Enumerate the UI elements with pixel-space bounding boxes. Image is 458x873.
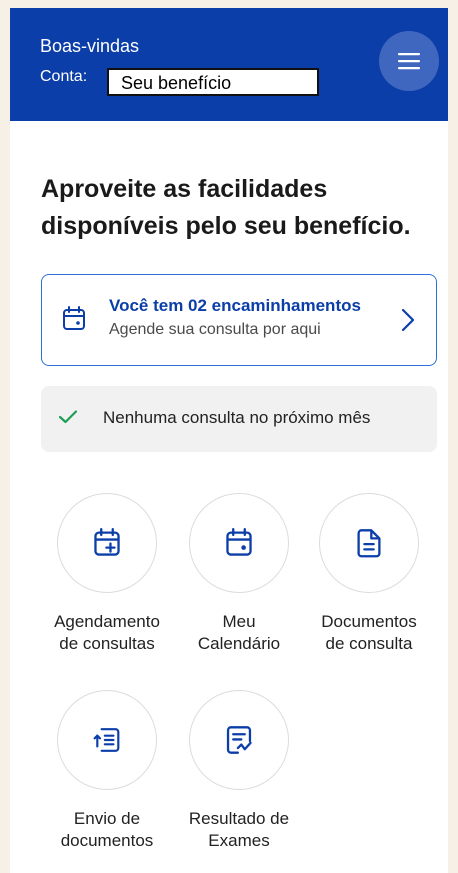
appointment-status: Nenhuma consulta no próximo mês [41, 386, 437, 452]
referrals-title: Você tem 02 encaminhamentos [109, 296, 361, 315]
header-bar: Boas-vindas Conta: Seu benefício [10, 8, 448, 121]
shortcut-label-line-1: Documentos [321, 612, 417, 631]
referrals-subtitle: Agende sua consulta por aqui [109, 321, 321, 338]
account-selector[interactable]: Seu benefício [107, 68, 319, 96]
shortcut-label: Documentos de consulta [302, 611, 436, 655]
shortcut-documents[interactable]: Documentos de consulta [302, 493, 436, 655]
shortcut-label: Resultado de Exames [172, 808, 306, 852]
shortcut-circle [57, 690, 157, 790]
check-icon [59, 410, 77, 424]
shortcut-label-line-1: Resultado de [188, 809, 290, 828]
app-screen: Boas-vindas Conta: Seu benefício Aprovei… [10, 8, 448, 873]
shortcut-label-line-1: Meu [222, 612, 256, 631]
shortcut-upload-documents[interactable]: Envio de documentos [40, 690, 174, 852]
account-label: Conta: [40, 68, 88, 85]
shortcut-label-line-1: Envio de [73, 809, 141, 828]
shortcut-label: Agendamento de consultas [40, 611, 174, 655]
hamburger-menu-icon [398, 53, 420, 70]
page-headline: Aproveite as facilidades disponíveis pel… [41, 171, 441, 245]
shortcut-label-line-2: de consultas [59, 634, 155, 653]
shortcut-circle [189, 690, 289, 790]
menu-button[interactable] [379, 31, 439, 91]
calendar-add-icon [94, 528, 120, 556]
shortcut-scheduling[interactable]: Agendamento de consultas [40, 493, 174, 655]
document-icon [357, 529, 381, 558]
shortcut-exam-results[interactable]: Resultado de Exames [172, 690, 306, 852]
headline-line-2: disponíveis pelo seu benefício. [41, 212, 411, 240]
shortcut-label-line-1: Agendamento [54, 612, 160, 631]
shortcut-label-line-2: de consulta [325, 634, 413, 653]
shortcut-circle [189, 493, 289, 593]
shortcut-calendar[interactable]: Meu Calendário [172, 493, 306, 655]
shortcut-circle [319, 493, 419, 593]
referrals-card[interactable]: Você tem 02 encaminhamentos Agende sua c… [41, 274, 437, 366]
headline-line-1: Aproveite as facilidades [41, 175, 328, 203]
shortcut-label: Envio de documentos [40, 808, 174, 852]
calendar-icon [63, 306, 85, 330]
calendar-icon [226, 528, 252, 556]
greeting-text: Boas-vindas [40, 36, 140, 56]
shortcut-label-line-2: Calendário [197, 634, 281, 653]
status-text: Nenhuma consulta no próximo mês [103, 408, 371, 427]
shortcut-label-line-2: documentos [60, 831, 154, 850]
exam-result-icon [226, 726, 252, 754]
shortcut-label-line-2: Exames [208, 831, 270, 850]
document-upload-icon [93, 728, 120, 752]
shortcut-label: Meu Calendário [172, 611, 306, 655]
chevron-right-icon [401, 308, 415, 332]
shortcut-circle [57, 493, 157, 593]
